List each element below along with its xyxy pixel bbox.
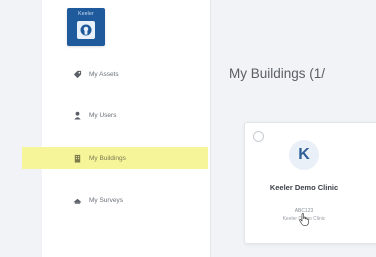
hand-cursor-icon: [299, 213, 309, 226]
card-title: Keeler Demo Clinic: [269, 183, 339, 192]
user-icon: [74, 111, 81, 120]
building-card[interactable]: K Keeler Demo Clinic ABC123 Keeler Demo …: [244, 122, 376, 244]
sidebar-item-label: My Users: [89, 111, 117, 119]
sidebar-item-label: My Buildings: [89, 154, 126, 162]
sidebar-item-label: My Surveys: [89, 196, 123, 204]
survey-icon: [73, 198, 82, 204]
app-frame: Keeler My Assets My Users My Buildings M…: [0, 0, 376, 257]
sidebar-item-assets[interactable]: My Assets: [22, 63, 208, 85]
card-select-radio[interactable]: [253, 131, 264, 142]
sidebar-item-users[interactable]: My Users: [22, 104, 208, 126]
avatar: K: [289, 140, 319, 170]
tag-icon: [73, 70, 82, 78]
sidebar-item-label: My Assets: [89, 70, 119, 78]
page-title: My Buildings (1/: [229, 66, 326, 81]
logo-text: Keeler: [78, 11, 94, 17]
building-icon: [74, 154, 81, 163]
sidebar-item-surveys[interactable]: My Surveys: [22, 189, 208, 211]
sidebar-item-buildings[interactable]: My Buildings: [22, 147, 208, 169]
main-content: My Buildings (1/ K Keeler Demo Clinic AB…: [211, 0, 376, 257]
logo-mark-icon: [77, 21, 95, 39]
app-logo[interactable]: Keeler: [67, 8, 105, 46]
